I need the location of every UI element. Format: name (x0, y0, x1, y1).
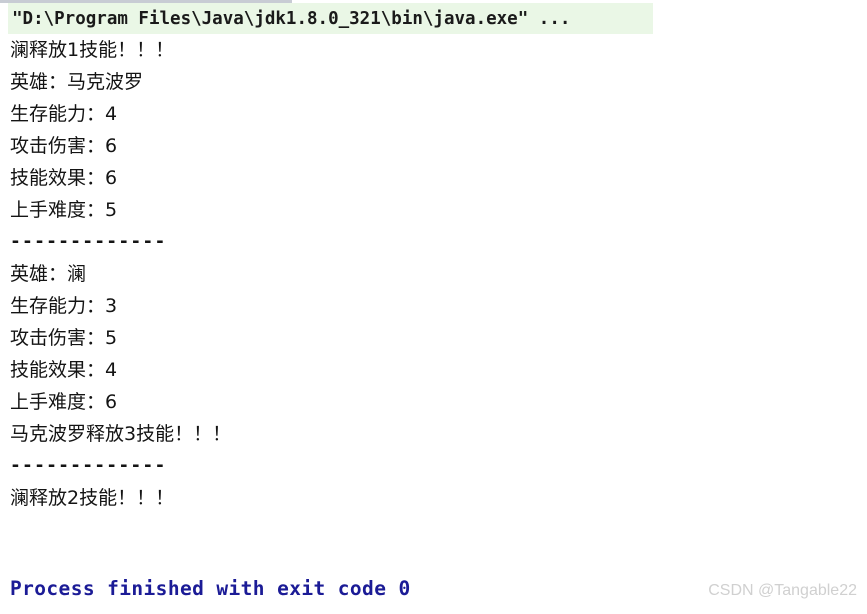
console-output-line: ------------- (10, 455, 167, 476)
java-command-line-row[interactable]: "D:\Program Files\Java\jdk1.8.0_321\bin\… (8, 3, 653, 34)
console-output-line: 上手难度：6 (10, 391, 118, 413)
console-output-line: 生存能力：3 (10, 295, 118, 317)
console-output-line: 生存能力：4 (10, 103, 118, 125)
console-output-line: 攻击伤害：6 (10, 135, 118, 157)
console-output-line: 技能效果：4 (10, 359, 118, 381)
console-output-line: 澜释放2技能！！！ (10, 487, 175, 509)
process-finished-status-text: Process finished with exit code 0 (10, 577, 411, 600)
console-output-line: 澜释放1技能！！！ (10, 39, 175, 61)
console-output-line: 英雄：澜 (10, 263, 87, 285)
console-output-line: 攻击伤害：5 (10, 327, 118, 349)
console-output-line: 马克波罗释放3技能！！！ (10, 423, 232, 445)
run-console-output-panel[interactable]: "D:\Program Files\Java\jdk1.8.0_321\bin\… (0, 0, 867, 614)
csdn-watermark: CSDN @Tangable22 (708, 582, 857, 599)
console-output-line: ------------- (10, 231, 167, 252)
console-output-line: 上手难度：5 (10, 199, 118, 221)
console-output-line: 技能效果：6 (10, 167, 118, 189)
console-output-lines: 澜释放1技能！！！ 英雄：马克波罗 生存能力：4 攻击伤害：6 技能效果：6 上手难度：5… (10, 34, 860, 546)
console-output-line: 英雄：马克波罗 (10, 71, 144, 93)
java-command-line-text: "D:\Program Files\Java\jdk1.8.0_321\bin\… (12, 8, 571, 29)
